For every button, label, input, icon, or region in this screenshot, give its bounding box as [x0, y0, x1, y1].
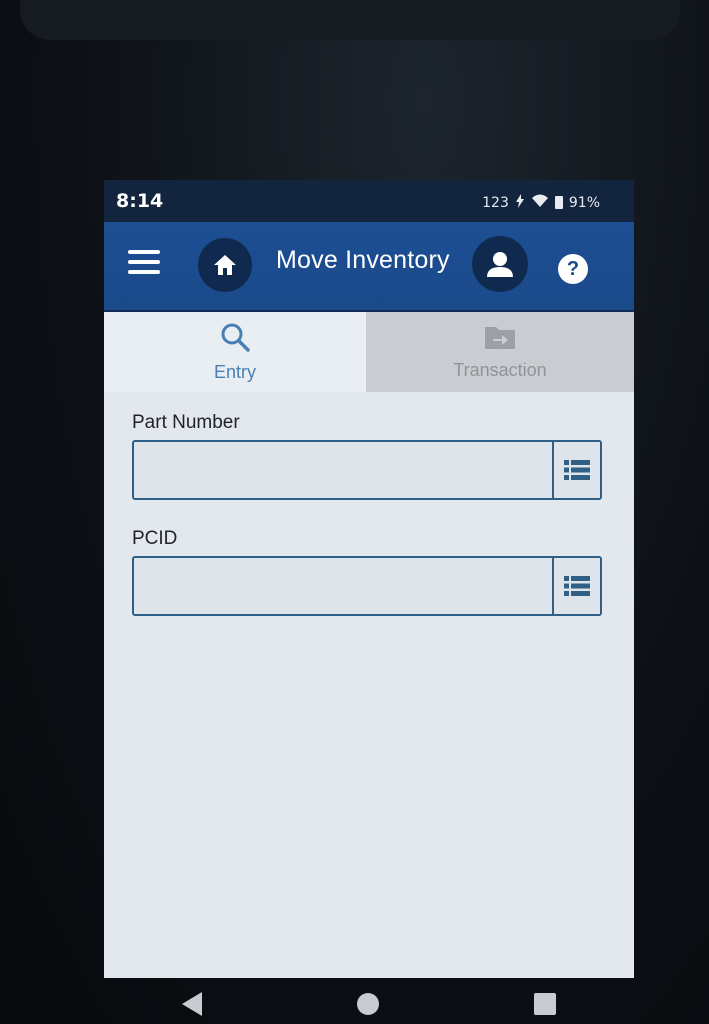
- tab-entry[interactable]: Entry: [104, 312, 366, 392]
- part-number-field: [132, 440, 602, 500]
- part-number-input[interactable]: [134, 442, 552, 498]
- status-time: 8:14: [116, 190, 164, 212]
- part-number-lookup-button[interactable]: [552, 442, 600, 498]
- device-top-edge: [20, 0, 680, 40]
- move-inventory-form: Part Number PCID: [132, 412, 602, 644]
- user-icon: [487, 252, 513, 277]
- number-input-indicator: 123: [482, 194, 509, 211]
- part-number-label: Part Number: [132, 412, 240, 433]
- wifi-icon: [531, 194, 549, 211]
- pcid-field: [132, 556, 602, 616]
- hamburger-menu-icon[interactable]: [128, 250, 160, 276]
- home-button[interactable]: [198, 238, 252, 292]
- list-icon: [564, 460, 590, 480]
- page-title: Move Inventory: [276, 246, 450, 274]
- folder-move-icon: [485, 326, 515, 349]
- tab-bar: Entry Transaction: [104, 312, 634, 392]
- charging-icon: [515, 194, 525, 211]
- battery-level: 91%: [568, 194, 600, 211]
- battery-icon: [554, 196, 563, 209]
- pcid-lookup-button[interactable]: [552, 558, 600, 614]
- recents-icon[interactable]: [534, 993, 557, 1015]
- back-icon[interactable]: [181, 992, 202, 1016]
- user-button[interactable]: [472, 236, 528, 292]
- pcid-label: PCID: [132, 528, 178, 549]
- search-icon: [221, 323, 250, 352]
- home-circle-icon[interactable]: [356, 993, 379, 1015]
- home-icon: [214, 255, 236, 275]
- status-bar: 8:14 123 91%: [104, 180, 634, 222]
- status-icons: 123 91%: [482, 194, 600, 211]
- tab-entry-label: Entry: [213, 361, 256, 382]
- list-icon: [564, 576, 590, 596]
- help-button[interactable]: ?: [558, 254, 588, 284]
- system-nav-bar: [104, 984, 634, 1024]
- pcid-input[interactable]: [134, 558, 552, 614]
- screen: 8:14 123 91% Move Inventory ? Entry Tran…: [104, 180, 634, 978]
- app-bar: Move Inventory ?: [104, 222, 634, 310]
- tab-transaction-label: Transaction: [453, 359, 547, 380]
- tab-transaction[interactable]: Transaction: [366, 312, 634, 392]
